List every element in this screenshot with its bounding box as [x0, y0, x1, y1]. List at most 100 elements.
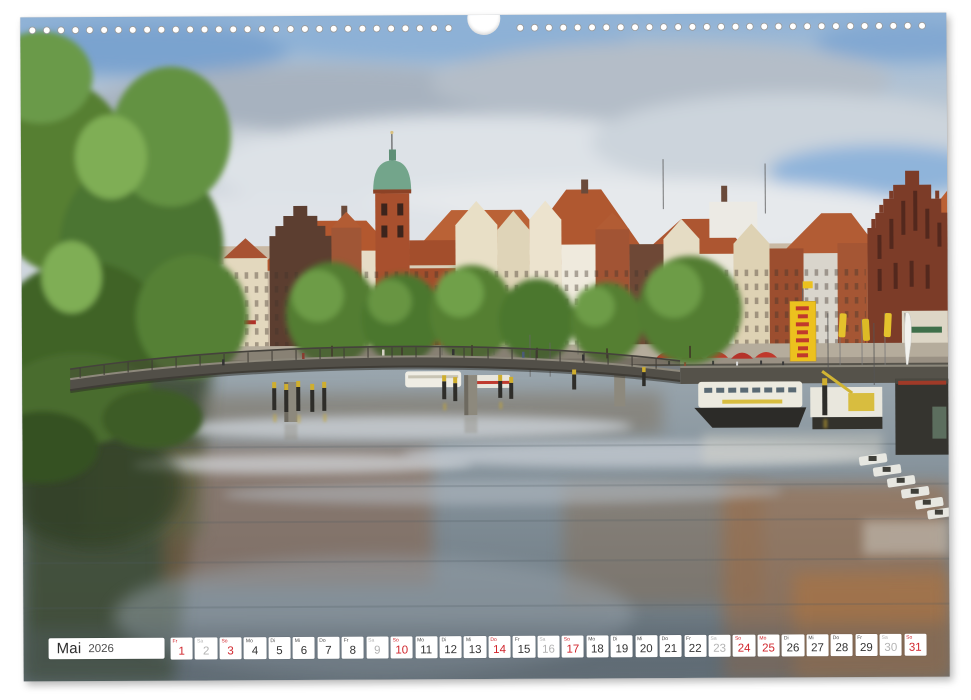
- weekday-abbrev: So: [906, 635, 912, 640]
- month-label-box: Mai 2026: [49, 638, 165, 660]
- calendar-day-4: Mo 4: [244, 637, 266, 659]
- year-label: 2026: [88, 642, 114, 655]
- day-number: 2: [195, 646, 217, 658]
- weekday-abbrev: Di: [442, 638, 447, 643]
- weekday-abbrev: Do: [319, 638, 325, 643]
- calendar-day-12: Di 12: [439, 636, 461, 658]
- calendar-day-24: So 24: [733, 635, 755, 657]
- weekday-abbrev: Fr: [344, 638, 349, 643]
- weekday-abbrev: Sa: [197, 639, 203, 644]
- calendar-day-8: Fr 8: [342, 637, 364, 659]
- weekday-abbrev: Mi: [808, 636, 813, 641]
- weekday-abbrev: Mo: [246, 639, 253, 644]
- day-number: 27: [806, 643, 828, 655]
- day-number: 5: [268, 646, 290, 658]
- weekday-abbrev: Fr: [173, 639, 178, 644]
- day-number: 9: [366, 645, 388, 657]
- day-number: 19: [611, 644, 633, 656]
- weekday-abbrev: Mi: [295, 638, 300, 643]
- weekday-abbrev: So: [393, 638, 399, 643]
- day-number: 21: [660, 643, 682, 655]
- day-number: 22: [684, 643, 706, 655]
- weekday-abbrev: So: [221, 639, 227, 644]
- weekday-abbrev: So: [735, 636, 741, 641]
- weekday-abbrev: Mo: [759, 636, 766, 641]
- day-number: 4: [244, 646, 266, 658]
- day-number: 26: [782, 643, 804, 655]
- calendar-day-23: Sa 23: [708, 635, 730, 657]
- weekday-abbrev: Do: [833, 636, 839, 641]
- day-number: 24: [733, 643, 755, 655]
- weekday-abbrev: Fr: [515, 637, 520, 642]
- calendar-day-26: Di 26: [782, 634, 804, 656]
- calendar-day-1: Fr 1: [171, 638, 193, 660]
- day-number: 18: [586, 644, 608, 656]
- weekday-abbrev: Di: [270, 639, 275, 644]
- weekday-abbrev: Sa: [710, 636, 716, 641]
- weekday-abbrev: Sa: [539, 637, 545, 642]
- day-number: 20: [635, 644, 657, 656]
- day-cells-row: Fr1Sa2So3Mo4Di5Mi6Do7Fr8Sa9So10Mo11Di12M…: [171, 634, 927, 660]
- calendar-day-14: Do 14: [488, 636, 510, 658]
- weekday-abbrev: Mi: [637, 637, 642, 642]
- calendar-day-28: Do 28: [831, 634, 853, 656]
- calendar-day-22: Fr 22: [684, 635, 706, 657]
- weekday-abbrev: Fr: [857, 636, 862, 641]
- day-number: 17: [562, 644, 584, 656]
- calendar-day-18: Mo 18: [586, 635, 608, 657]
- day-number: 13: [464, 644, 486, 656]
- day-number: 1: [171, 646, 193, 658]
- weekday-abbrev: Fr: [686, 636, 691, 641]
- excursion-boat: [694, 381, 806, 428]
- calendar-day-5: Di 5: [268, 637, 290, 659]
- calendar-day-19: Di 19: [611, 635, 633, 657]
- day-number: 11: [415, 645, 437, 657]
- day-number: 28: [831, 643, 853, 655]
- calendar-day-27: Mi 27: [806, 634, 828, 656]
- calendar-day-15: Fr15: [513, 636, 535, 658]
- month-name: Mai: [57, 640, 82, 657]
- calendar-day-29: Fr29: [855, 634, 877, 656]
- calendar-day-2: Sa 2: [195, 637, 217, 659]
- day-number: 12: [440, 645, 462, 657]
- weekday-abbrev: Di: [784, 636, 789, 641]
- photo-luebeck-riverfront: [20, 13, 949, 682]
- kiosk: [895, 379, 949, 455]
- calendar-day-20: Mi 20: [635, 635, 657, 657]
- calendar-day-6: Mi 6: [293, 637, 315, 659]
- day-number: 10: [391, 645, 413, 657]
- calendar-page: Mai 2026 Fr1Sa2So3Mo4Di5Mi6Do7Fr8Sa9So10…: [20, 13, 949, 682]
- calendar-day-31: So 31: [904, 634, 926, 656]
- calendar-day-10: So 10: [391, 636, 413, 658]
- calendar-day-3: So 3: [219, 637, 241, 659]
- day-number: 31: [904, 642, 926, 654]
- day-number: 16: [537, 644, 559, 656]
- calendar-day-25: Mo 25: [757, 634, 779, 656]
- weekday-abbrev: So: [564, 637, 570, 642]
- weekday-abbrev: Sa: [882, 635, 888, 640]
- weekday-abbrev: Di: [613, 637, 618, 642]
- weekday-abbrev: Do: [490, 637, 496, 642]
- day-number: 25: [757, 643, 779, 655]
- day-number: 14: [488, 644, 510, 656]
- weekday-abbrev: Sa: [368, 638, 374, 643]
- day-number: 30: [880, 642, 902, 654]
- day-number: 3: [219, 646, 241, 658]
- weekday-abbrev: Do: [662, 637, 668, 642]
- calendar-day-7: Do 7: [317, 637, 339, 659]
- weekday-abbrev: Mi: [466, 638, 471, 643]
- calendar-day-30: Sa 30: [880, 634, 902, 656]
- calendar-strip: Mai 2026 Fr1Sa2So3Mo4Di5Mi6Do7Fr8Sa9So10…: [24, 633, 950, 664]
- calendar-day-11: Mo 11: [415, 636, 437, 658]
- day-number: 6: [293, 645, 315, 657]
- calendar-day-16: Sa 16: [537, 636, 559, 658]
- calendar-day-21: Do21: [660, 635, 682, 657]
- day-number: 8: [342, 645, 364, 657]
- day-number: 7: [317, 645, 339, 657]
- calendar-day-9: Sa 9: [366, 637, 388, 659]
- day-number: 29: [855, 642, 877, 654]
- weekday-abbrev: Mo: [417, 638, 424, 643]
- day-number: 23: [709, 643, 731, 655]
- calendar-day-17: So 17: [562, 635, 584, 657]
- weekday-abbrev: Mo: [588, 637, 595, 642]
